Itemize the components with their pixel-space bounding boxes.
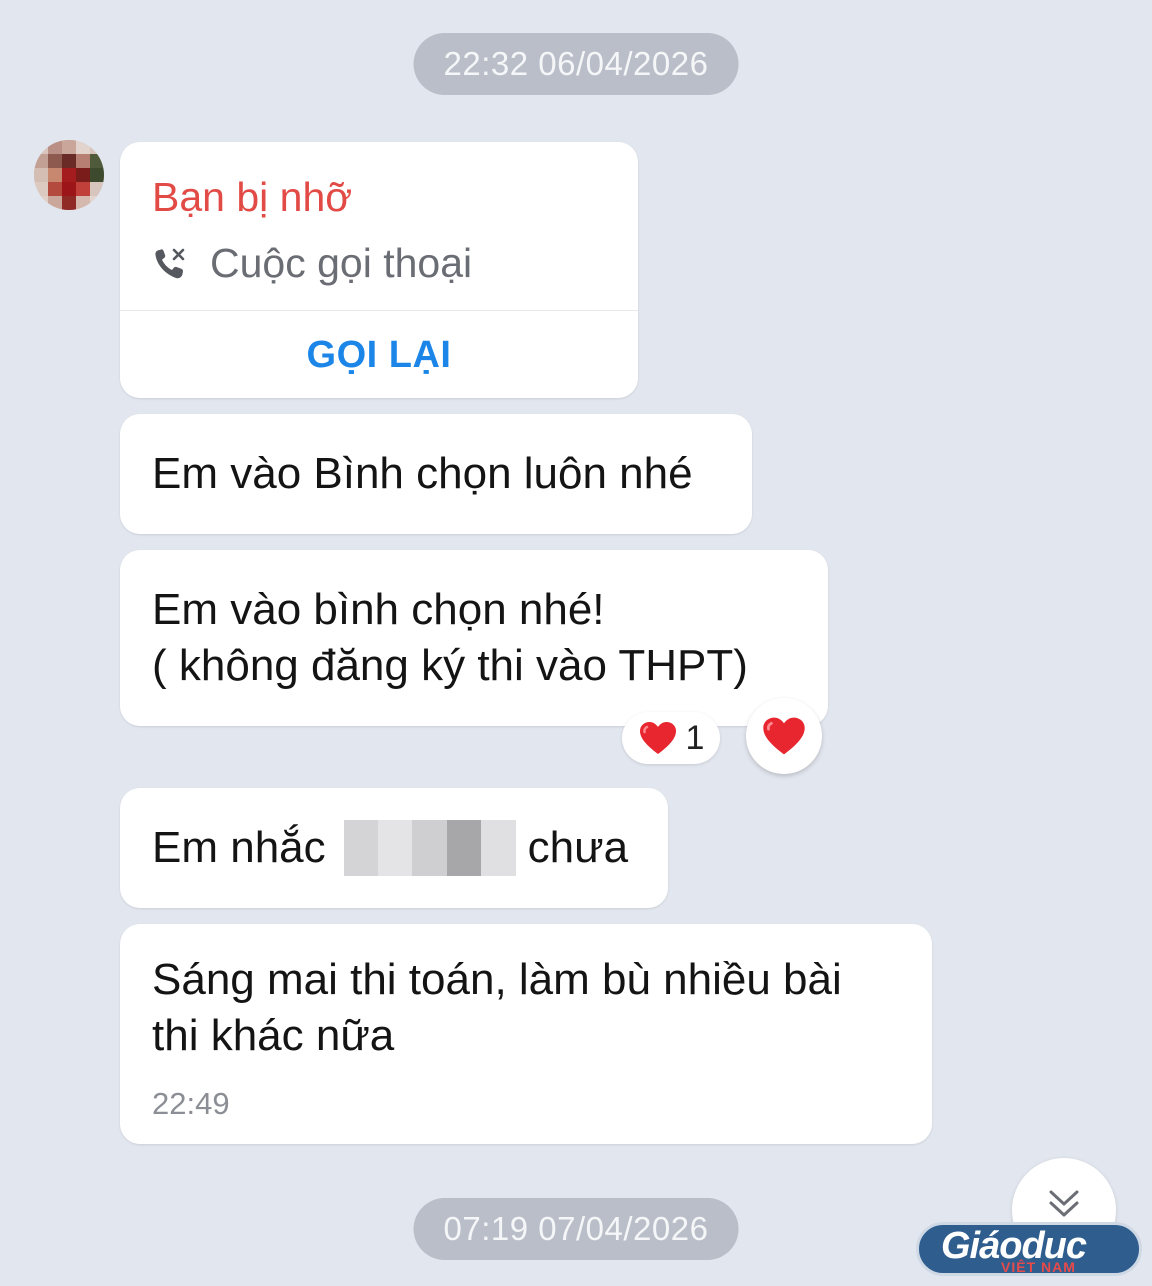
reaction-summary[interactable]: 1: [622, 712, 720, 764]
redacted-name: [343, 820, 516, 876]
divider: [120, 310, 638, 311]
message-text-line-1: Sáng mai thi toán, làm bù nhiều bài: [152, 955, 842, 1004]
missed-call-icon: [155, 248, 185, 278]
call-type: Cuộc gọi thoại: [152, 240, 472, 287]
watermark-logo: Giáoduc VIỆT NAM: [916, 1222, 1142, 1276]
message-bubble[interactable]: Em vào Bình chọn luôn nhé: [120, 414, 752, 534]
message-text-line-2: ( không đăng ký thi vào THPT): [152, 641, 748, 690]
message-bubble[interactable]: Sáng mai thi toán, làm bù nhiều bài thi …: [120, 924, 932, 1144]
avatar[interactable]: [34, 140, 104, 210]
message-text: Em vào Bình chọn luôn nhé: [152, 449, 693, 498]
react-button[interactable]: [746, 698, 822, 774]
missed-call-card: Bạn bị nhỡ Cuộc gọi thoại GỌI LẠI: [120, 142, 638, 398]
reaction-count: 1: [685, 718, 705, 757]
call-type-label: Cuộc gọi thoại: [210, 240, 473, 286]
missed-call-title: Bạn bị nhỡ: [152, 174, 353, 220]
date-separator: 22:32 06/04/2026: [413, 33, 739, 95]
message-text-line-2: thi khác nữa: [152, 1011, 395, 1060]
watermark-subtitle: VIỆT NAM: [1001, 1259, 1076, 1275]
date-separator: 07:19 07/04/2026: [413, 1198, 739, 1260]
message-text-end: chưa: [527, 823, 629, 872]
call-back-button[interactable]: GỌI LẠI: [120, 334, 638, 377]
double-chevron-down-icon: [1049, 1190, 1079, 1217]
message-bubble[interactable]: Em nhắc chưa: [120, 788, 668, 908]
message-bubble[interactable]: Em vào bình chọn nhé! ( không đăng ký th…: [120, 550, 828, 726]
heart-icon: [639, 722, 676, 754]
message-time: 22:49: [152, 1086, 230, 1121]
message-text-start: Em nhắc: [152, 823, 326, 872]
message-text-line-1: Em vào bình chọn nhé!: [152, 585, 605, 634]
heart-icon: [763, 717, 805, 755]
